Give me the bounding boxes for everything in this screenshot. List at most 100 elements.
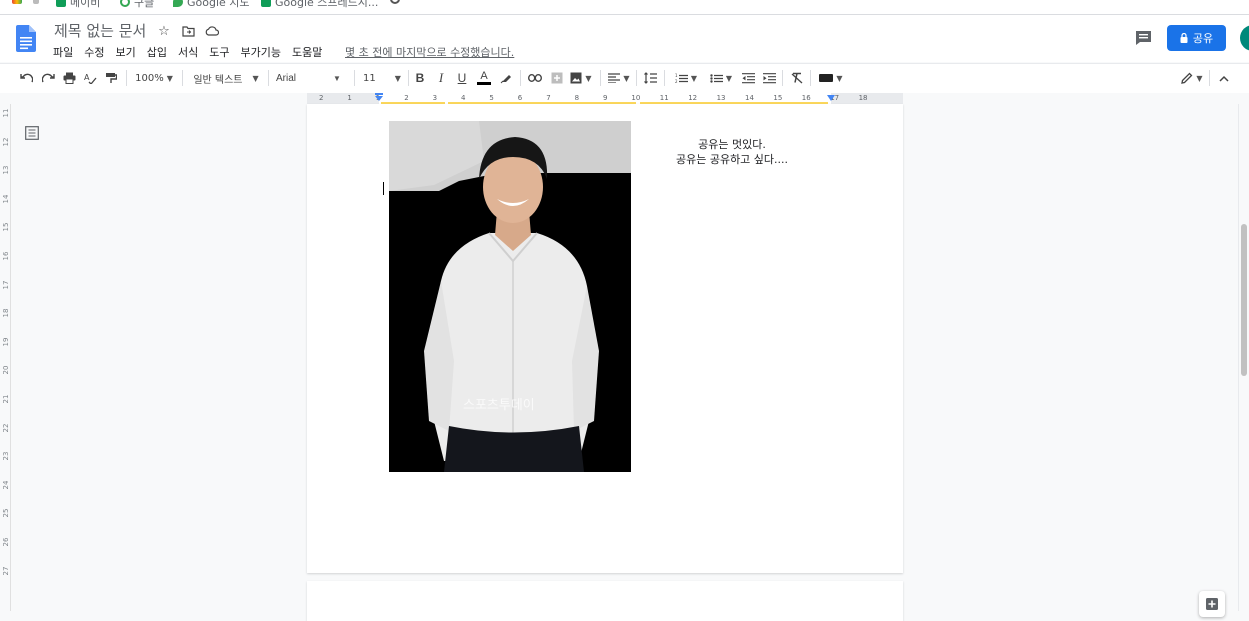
paint-format-icon[interactable]	[103, 68, 119, 88]
increase-indent-icon[interactable]	[761, 68, 777, 88]
editing-mode-icon[interactable]: ▼	[1179, 68, 1205, 88]
scrollbar-thumb[interactable]	[1241, 224, 1247, 376]
bookmark-item[interactable]	[33, 0, 39, 4]
menu-addons[interactable]: 부가기능	[241, 44, 281, 60]
star-icon[interactable]: ☆	[156, 23, 172, 39]
explore-button[interactable]	[1199, 591, 1225, 617]
toolbar-divider	[408, 70, 409, 86]
bold-button[interactable]: B	[413, 68, 427, 88]
apps-icon[interactable]	[12, 0, 22, 4]
bookmark-label: 메이비	[70, 0, 101, 9]
document-page-2[interactable]	[307, 581, 903, 621]
menu-file[interactable]: 파일	[53, 44, 73, 60]
share-label: 공유	[1192, 32, 1214, 45]
add-comment-icon[interactable]	[549, 68, 565, 88]
menu-help[interactable]: 도움말	[292, 44, 322, 60]
share-button[interactable]: 공유	[1167, 25, 1226, 51]
bookmark-label: 구글	[134, 0, 155, 9]
paragraph-style-value: 일반 텍스트	[193, 74, 243, 86]
caret-down-icon: ▼	[725, 73, 733, 83]
bookmark-item[interactable]: Google 지도	[173, 0, 250, 10]
ruler-number: 18	[858, 94, 868, 102]
bookmark-item[interactable]: 메이비	[56, 0, 100, 10]
align-icon[interactable]: ▼	[607, 68, 631, 88]
font-select[interactable]: Arial ▼	[276, 68, 348, 88]
right-indent-marker-icon[interactable]	[826, 94, 836, 102]
underline-button[interactable]: U	[455, 68, 469, 88]
docs-logo-icon[interactable]	[16, 25, 36, 52]
highlight-icon[interactable]	[498, 68, 514, 88]
spellcheck-icon[interactable]: A	[82, 68, 98, 88]
avatar[interactable]	[1240, 25, 1249, 51]
caption-text[interactable]: 공유는 멋있다. 공유는 공유하고 싶다....	[647, 137, 817, 167]
bookmark-label: Google 스프레드시...	[275, 0, 379, 9]
document-title[interactable]: 제목 없는 문서	[54, 20, 146, 41]
toolbar-divider	[600, 70, 601, 86]
redo-icon[interactable]	[40, 68, 56, 88]
toolbar-divider	[126, 70, 127, 86]
comment-history-icon[interactable]	[1133, 28, 1155, 48]
vertical-ruler-number: 19	[2, 337, 10, 347]
vertical-ruler-number: 23	[2, 451, 10, 461]
vertical-ruler-number: 21	[2, 394, 10, 404]
vertical-ruler-number: 14	[2, 194, 10, 204]
menu-insert[interactable]: 삽입	[147, 44, 167, 60]
ruler-number: 7	[546, 94, 551, 102]
ruler-number: 9	[603, 94, 608, 102]
docs-header: 제목 없는 문서 ☆ 파일 수정 보기 삽입 서식 도구 부가기능 도움말 몇 …	[0, 15, 1249, 62]
last-edit-link[interactable]: 몇 초 전에 마지막으로 수정했습니다.	[345, 44, 514, 60]
toolbar-divider	[782, 70, 783, 86]
bookmark-item[interactable]	[390, 0, 400, 4]
vertical-ruler-number: 24	[2, 480, 10, 490]
ruler-number: 10	[631, 94, 641, 102]
menu-edit[interactable]: 수정	[84, 44, 104, 60]
link-icon[interactable]	[527, 68, 543, 88]
ruler-area: 21123456789101112131415161718	[0, 93, 1249, 105]
input-tools-icon[interactable]: ▼	[817, 68, 845, 88]
bulleted-list-icon[interactable]: ▼	[706, 68, 736, 88]
font-size-select[interactable]: 11 ▼	[360, 68, 404, 88]
toolbar-divider	[636, 70, 637, 86]
line-spacing-icon[interactable]	[642, 68, 658, 88]
decrease-indent-icon[interactable]	[740, 68, 756, 88]
ruler-number: 15	[773, 94, 783, 102]
insert-image-icon[interactable]: ▼	[569, 68, 593, 88]
move-folder-icon[interactable]	[180, 23, 196, 39]
menu-format[interactable]: 서식	[178, 44, 198, 60]
document-page[interactable]: 스포츠투데이 공유는 멋있다. 공유는 공유하고 싶다....	[307, 104, 903, 573]
caret-down-icon: ▼	[252, 73, 259, 83]
text-color-button[interactable]: A	[476, 68, 492, 88]
clear-formatting-icon[interactable]	[789, 68, 805, 88]
bookmark-item[interactable]: 구글	[120, 0, 154, 10]
ruler-number: 14	[745, 94, 754, 102]
vertical-ruler-number: 11	[2, 108, 10, 118]
indent-marker-icon[interactable]	[374, 93, 384, 102]
formatting-toolbar: A 100% ▼ 일반 텍스트 ▼ Arial ▼ 11 ▼ B I U A ▼ ▼	[0, 63, 1249, 94]
italic-button[interactable]: I	[434, 68, 448, 88]
ruler-number: 5	[489, 94, 494, 102]
vertical-ruler-number: 18	[2, 308, 10, 318]
toolbar-divider	[810, 70, 811, 86]
menu-view[interactable]: 보기	[116, 44, 136, 60]
menu-tools[interactable]: 도구	[209, 44, 229, 60]
vertical-ruler-number: 22	[2, 423, 10, 433]
print-icon[interactable]	[61, 68, 77, 88]
vertical-ruler-number: 20	[2, 365, 10, 375]
vertical-scrollbar[interactable]	[1238, 104, 1249, 611]
chevron-up-icon[interactable]	[1216, 68, 1232, 88]
zoom-select[interactable]: 100% ▼	[133, 68, 175, 88]
document-outline-icon[interactable]	[25, 126, 39, 140]
bookmark-item[interactable]: Google 스프레드시...	[261, 0, 378, 10]
cloud-status-icon[interactable]	[204, 23, 220, 39]
ruler-margin-left	[307, 93, 379, 104]
undo-icon[interactable]	[18, 68, 34, 88]
vertical-ruler-number: 25	[2, 508, 10, 518]
caret-down-icon: ▼	[690, 73, 698, 83]
ruler-number: 3	[432, 94, 438, 102]
paragraph-style-select[interactable]: 일반 텍스트 ▼	[190, 68, 262, 88]
inserted-photo[interactable]: 스포츠투데이	[389, 121, 631, 472]
zoom-value: 100%	[135, 72, 164, 84]
ruler-number: 13	[716, 94, 726, 102]
numbered-list-icon[interactable]: 12 ▼	[671, 68, 701, 88]
vertical-ruler-number: 27	[2, 566, 10, 576]
